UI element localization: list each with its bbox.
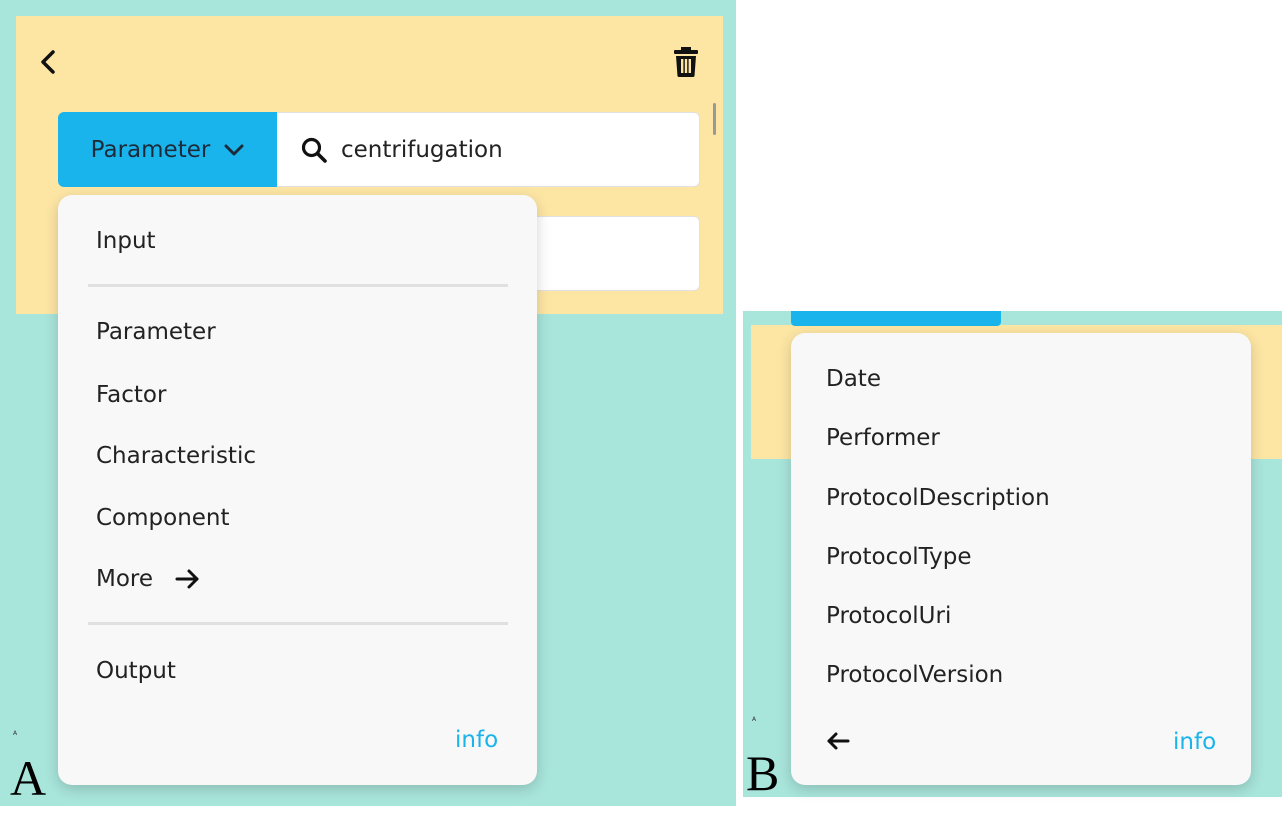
menu-item-input[interactable]: Input [96,228,156,254]
menu-item-label: ProtocolDescription [826,485,1050,511]
menu-item-date[interactable]: Date [826,366,881,392]
menu-item-more[interactable]: More [96,566,201,592]
menu-item-output[interactable]: Output [96,658,176,684]
panel-label-b: B [746,745,780,801]
menu-item-label: More [96,566,154,592]
more-options-dropdown: Date Performer ProtocolDescription Proto… [791,333,1251,785]
menu-item-label: Input [96,228,156,254]
menu-divider [88,622,508,625]
type-selector-label: Parameter [90,136,211,163]
menu-item-label: Date [826,366,881,392]
building-block-dropdown: Input Parameter Factor Characteristic Co… [58,195,537,785]
menu-item-label: Parameter [96,319,216,345]
tiny-mark: A [752,716,757,723]
menu-item-performer[interactable]: Performer [826,425,940,451]
arrow-right-icon [175,569,199,589]
menu-item-label: ProtocolUri [826,603,952,629]
tiny-mark: A [13,730,18,737]
menu-item-label: ProtocolType [826,544,972,570]
menu-item-label: Performer [826,425,940,451]
menu-item-protocol-type[interactable]: ProtocolType [826,544,972,570]
menu-item-protocol-uri[interactable]: ProtocolUri [826,603,951,629]
trash-icon [674,47,698,77]
menu-item-component[interactable]: Component [96,505,230,531]
panel-label-a: A [10,750,47,806]
menu-item-characteristic[interactable]: Characteristic [96,443,256,469]
type-selector-button[interactable]: Parameter [58,112,277,187]
menu-item-parameter[interactable]: Parameter [96,319,216,345]
type-selector-button[interactable] [791,311,1001,326]
info-link[interactable]: info [1173,729,1216,755]
menu-item-label: Output [96,658,176,684]
delete-button[interactable] [670,44,702,80]
return-button[interactable] [826,731,850,751]
scrollbar[interactable] [713,103,716,135]
menu-divider [88,284,508,287]
menu-item-label: Characteristic [96,443,256,469]
search-field[interactable] [277,112,700,187]
panel-a: Parameter Input Parameter Factor Charact… [0,0,736,806]
menu-item-label: Factor [96,382,167,408]
panel-b: Date Performer ProtocolDescription Proto… [743,311,1282,797]
menu-item-protocol-description[interactable]: ProtocolDescription [826,485,1050,511]
back-button[interactable] [36,46,60,78]
chevron-left-icon [41,50,55,74]
menu-item-label: ProtocolVersion [826,662,1004,688]
search-input[interactable] [341,136,671,163]
info-link[interactable]: info [455,727,498,753]
menu-item-factor[interactable]: Factor [96,382,166,408]
menu-item-label: Component [96,505,230,531]
secondary-input-field[interactable] [530,216,700,291]
menu-item-protocol-version[interactable]: ProtocolVersion [826,662,1003,688]
arrow-left-icon [827,732,850,750]
search-icon [301,137,327,163]
chevron-down-icon [224,144,244,155]
